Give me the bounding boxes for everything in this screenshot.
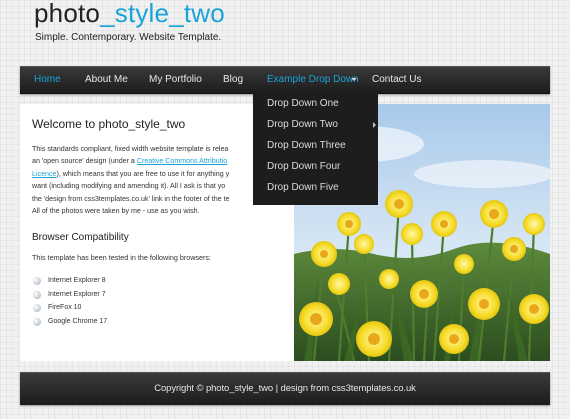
para-line-2: an 'open source' design (under a: [32, 157, 137, 166]
menu-item-my-portfolio[interactable]: My Portfolio: [149, 74, 202, 85]
dropdown-item-five[interactable]: Drop Down Five: [267, 182, 339, 193]
menu-item-about-me[interactable]: About Me: [85, 74, 128, 85]
bullet-icon: [33, 290, 41, 299]
chevron-down-icon: [351, 78, 357, 81]
para-line-1: This standards compliant, fixed width we…: [32, 145, 229, 153]
logo-text-part2: _style_two: [100, 0, 225, 28]
dropdown-item-two[interactable]: Drop Down Two: [267, 119, 338, 130]
site-logo[interactable]: photo_style_two: [34, 0, 225, 29]
menu-item-home[interactable]: Home: [34, 74, 61, 85]
dropdown-item-three[interactable]: Drop Down Three: [267, 140, 346, 151]
chevron-right-icon: [373, 122, 376, 128]
menu-item-contact-us[interactable]: Contact Us: [372, 74, 421, 85]
para-line-4: want (including modifying and amending i…: [32, 182, 226, 191]
para-line-5: the 'design from css3templates.co.uk' li…: [32, 194, 230, 203]
menu-item-blog[interactable]: Blog: [223, 74, 243, 85]
list-item-label: FireFox 10: [48, 304, 82, 311]
main-menu-bar: Home About Me My Portfolio Blog Example …: [20, 66, 550, 94]
para-line-3: ), which means that you are free to use …: [56, 169, 230, 178]
licence-link[interactable]: Licence: [32, 170, 56, 178]
para-line-6: All of the photos were taken by me - use…: [32, 207, 200, 216]
bullet-icon: [33, 317, 41, 326]
menu-item-example-drop-down[interactable]: Example Drop Down: [267, 74, 359, 85]
browser-list: Internet Explorer 8 Internet Explorer 7 …: [32, 276, 107, 330]
dropdown-menu: Drop Down One Drop Down Two Drop Down Th…: [253, 92, 378, 205]
dropdown-item-one[interactable]: Drop Down One: [267, 98, 339, 109]
list-item: FireFox 10: [32, 303, 107, 317]
list-item: Internet Explorer 8: [32, 276, 107, 290]
page-footer: Copyright © photo_style_two | design fro…: [20, 372, 550, 405]
list-item: Internet Explorer 7: [32, 290, 107, 304]
list-item: Google Chrome 17: [32, 317, 107, 331]
list-item-label: Internet Explorer 8: [48, 277, 106, 284]
browser-compatibility-text: This template has been tested in the fol…: [32, 253, 211, 262]
footer-text[interactable]: Copyright © photo_style_two | design fro…: [20, 383, 550, 394]
browser-compatibility-heading: Browser Compatibility: [32, 232, 129, 243]
bullet-icon: [33, 277, 41, 285]
site-slogan: Simple. Contemporary. Website Template.: [35, 32, 222, 43]
page-title: Welcome to photo_style_two: [32, 117, 186, 131]
list-item-label: Google Chrome 17: [48, 317, 108, 325]
bullet-icon: [33, 304, 41, 312]
dropdown-item-four[interactable]: Drop Down Four: [267, 161, 340, 172]
list-item-label: Internet Explorer 7: [48, 290, 106, 298]
creative-commons-link[interactable]: Creative Commons Attributio: [137, 157, 227, 165]
logo-text-part1: photo: [34, 0, 101, 28]
